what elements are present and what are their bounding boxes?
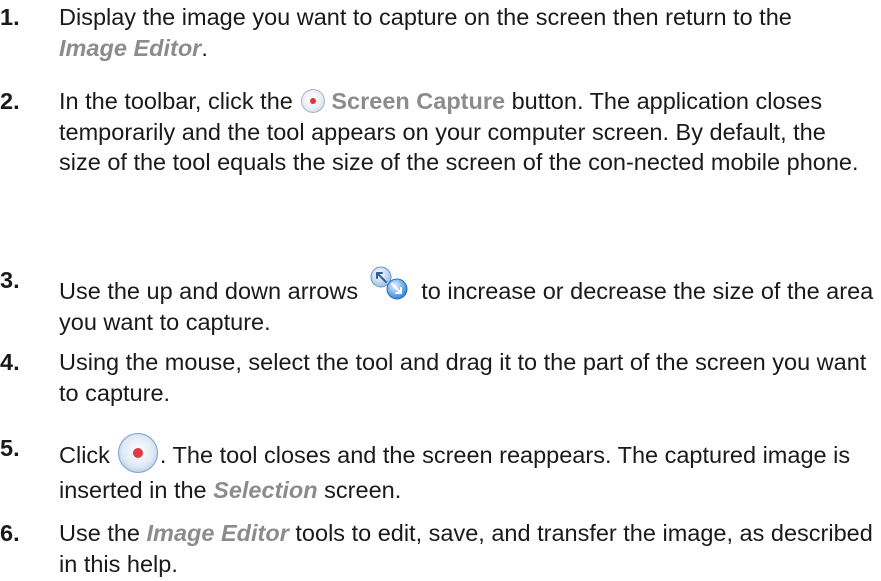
step-text: Click. The tool closes and the screen re… [59, 433, 874, 507]
step-number: 5. [0, 435, 20, 461]
ui-term-image-editor: Image Editor [59, 34, 202, 61]
ui-term-screen-capture: Screen Capture [331, 88, 506, 114]
step-number: 6. [0, 520, 20, 546]
ui-term-selection: Selection [213, 477, 318, 503]
step-text: In the toolbar, click the Screen Capture… [59, 88, 859, 176]
resize-arrows-icon [370, 266, 408, 300]
record-icon [301, 88, 326, 113]
ui-term-image-editor: Image Editor [146, 520, 289, 546]
step-number: 1. [0, 4, 20, 30]
step-text: Use the Image Editor tools to edit, save… [59, 520, 873, 577]
step-text: Display the image you want to capture on… [59, 4, 792, 61]
step-number: 4. [0, 349, 20, 375]
step-number: 3. [0, 267, 20, 293]
capture-button-icon [117, 433, 158, 473]
step-number: 2. [0, 88, 20, 114]
step-text: Use the up and down arrows to increase o… [59, 265, 874, 338]
step-text: Using the mouse, select the tool and dra… [59, 349, 867, 406]
